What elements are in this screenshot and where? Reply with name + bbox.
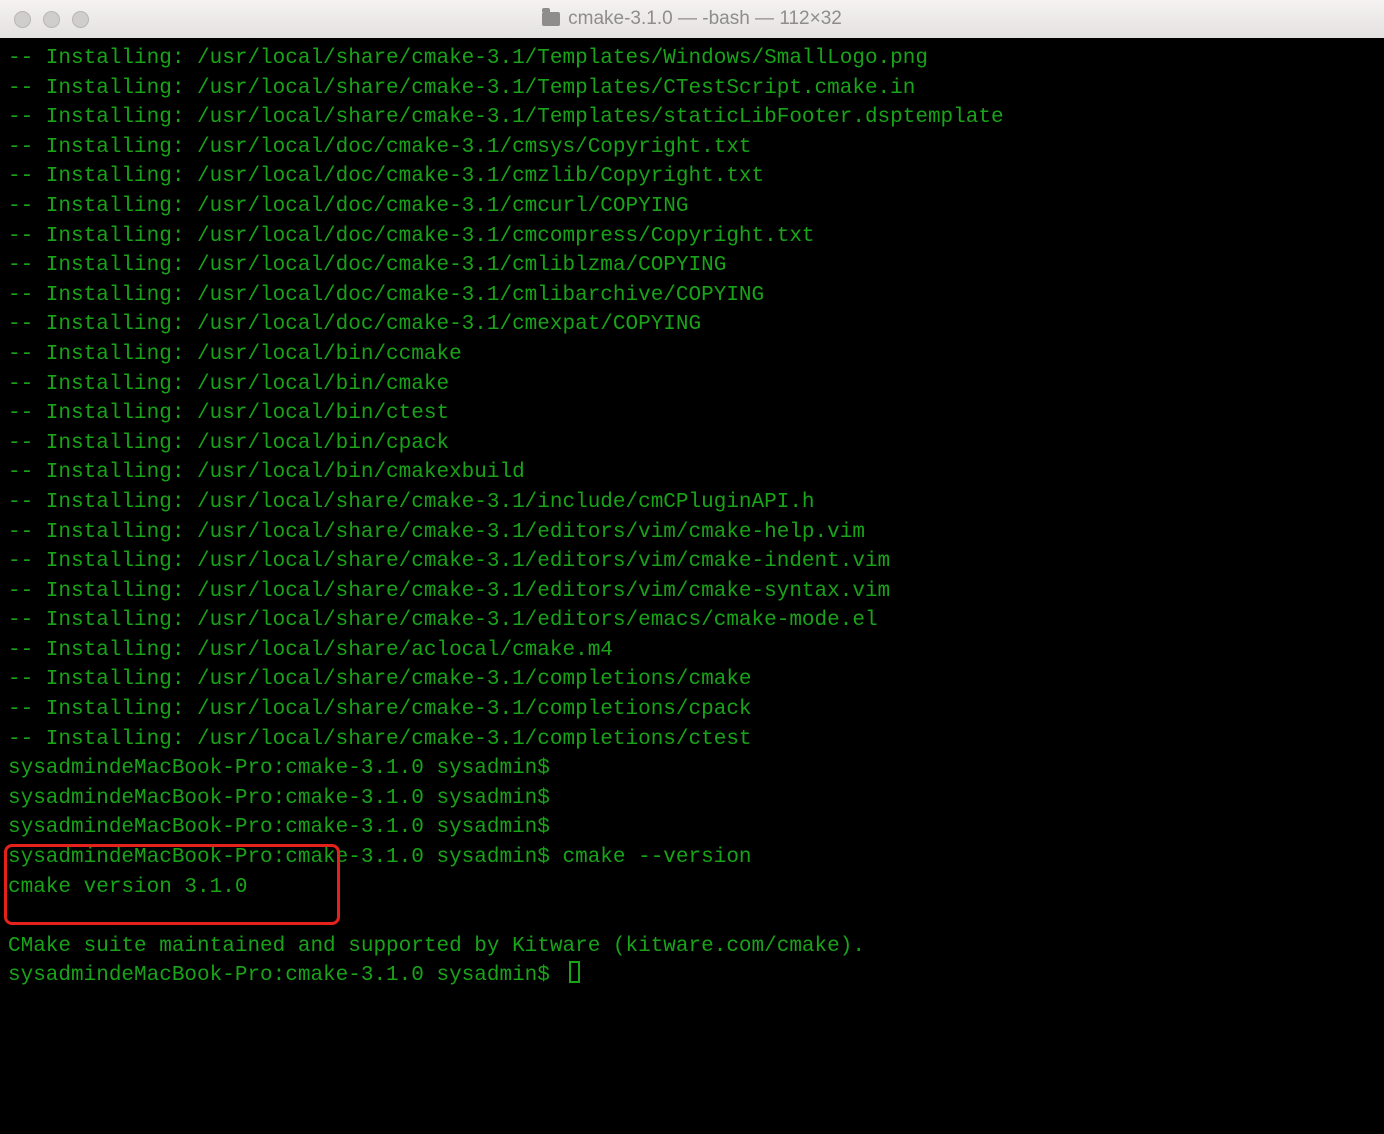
zoom-icon[interactable]	[72, 11, 89, 28]
close-icon[interactable]	[14, 11, 31, 28]
terminal-line: -- Installing: /usr/local/doc/cmake-3.1/…	[8, 254, 726, 277]
terminal-line: sysadmindeMacBook-Pro:cmake-3.1.0 sysadm…	[8, 787, 563, 810]
terminal-line: -- Installing: /usr/local/bin/cpack	[8, 432, 449, 455]
terminal-line: -- Installing: /usr/local/bin/cmake	[8, 373, 449, 396]
terminal-line: -- Installing: /usr/local/share/cmake-3.…	[8, 580, 890, 603]
minimize-icon[interactable]	[43, 11, 60, 28]
terminal-line: -- Installing: /usr/local/share/cmake-3.…	[8, 521, 865, 544]
titlebar[interactable]: cmake-3.1.0 — -bash — 112×32	[0, 0, 1384, 39]
terminal-line: -- Installing: /usr/local/doc/cmake-3.1/…	[8, 195, 689, 218]
terminal-line: -- Installing: /usr/local/share/cmake-3.…	[8, 550, 890, 573]
terminal-line: -- Installing: /usr/local/bin/cmakexbuil…	[8, 461, 525, 484]
terminal-line: -- Installing: /usr/local/bin/ctest	[8, 402, 449, 425]
terminal-line: sysadmindeMacBook-Pro:cmake-3.1.0 sysadm…	[8, 964, 563, 987]
terminal-line: -- Installing: /usr/local/share/cmake-3.…	[8, 728, 752, 751]
terminal-line: -- Installing: /usr/local/doc/cmake-3.1/…	[8, 225, 815, 248]
terminal-line: -- Installing: /usr/local/share/cmake-3.…	[8, 491, 815, 514]
terminal-line: -- Installing: /usr/local/share/cmake-3.…	[8, 47, 928, 70]
folder-icon	[542, 12, 560, 26]
terminal-line: sysadmindeMacBook-Pro:cmake-3.1.0 sysadm…	[8, 757, 563, 780]
terminal-line: -- Installing: /usr/local/doc/cmake-3.1/…	[8, 165, 764, 188]
terminal-line: -- Installing: /usr/local/doc/cmake-3.1/…	[8, 136, 752, 159]
terminal-line: sysadmindeMacBook-Pro:cmake-3.1.0 sysadm…	[8, 846, 752, 869]
window-title: cmake-3.1.0 — -bash — 112×32	[0, 8, 1384, 30]
cursor-icon	[569, 961, 580, 983]
terminal-line: -- Installing: /usr/local/share/cmake-3.…	[8, 609, 878, 632]
terminal-line: -- Installing: /usr/local/share/cmake-3.…	[8, 698, 752, 721]
terminal-line: CMake suite maintained and supported by …	[8, 935, 865, 958]
window-controls	[0, 11, 89, 28]
terminal-line: -- Installing: /usr/local/doc/cmake-3.1/…	[8, 284, 764, 307]
terminal-line: -- Installing: /usr/local/share/cmake-3.…	[8, 77, 915, 100]
terminal-line: -- Installing: /usr/local/share/cmake-3.…	[8, 106, 1004, 129]
terminal-line: -- Installing: /usr/local/doc/cmake-3.1/…	[8, 313, 701, 336]
terminal-line: sysadmindeMacBook-Pro:cmake-3.1.0 sysadm…	[8, 816, 563, 839]
terminal-output[interactable]: -- Installing: /usr/local/share/cmake-3.…	[0, 38, 1384, 1134]
terminal-line: -- Installing: /usr/local/share/aclocal/…	[8, 639, 613, 662]
terminal-line: -- Installing: /usr/local/share/cmake-3.…	[8, 668, 752, 691]
terminal-line: -- Installing: /usr/local/bin/ccmake	[8, 343, 462, 366]
terminal-line: cmake version 3.1.0	[8, 876, 247, 899]
terminal-window: cmake-3.1.0 — -bash — 112×32 -- Installi…	[0, 0, 1384, 1134]
window-title-text: cmake-3.1.0 — -bash — 112×32	[568, 8, 842, 30]
